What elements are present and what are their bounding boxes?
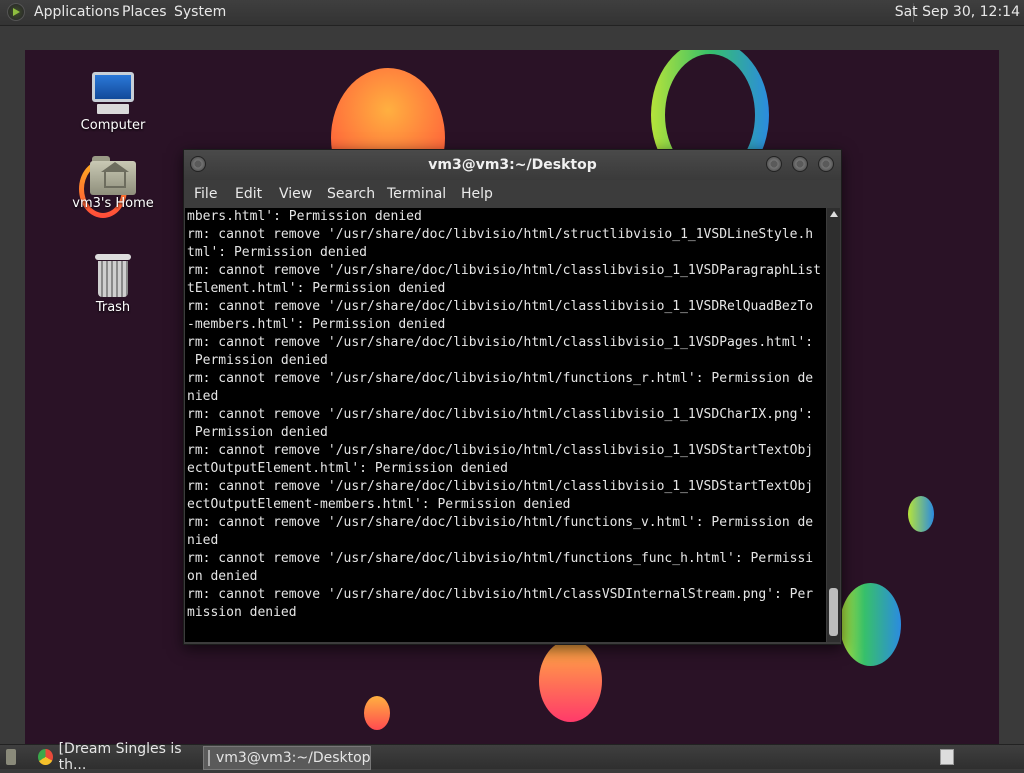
desktop-icon-label: Computer [80,118,146,133]
trash-icon [93,254,133,300]
distro-logo-icon[interactable] [7,3,25,21]
terminal-line: mission denied [187,605,297,620]
terminal-window[interactable]: vm3@vm3:~/Desktop File Edit View Search … [183,149,842,645]
terminal-line: on denied [187,569,258,584]
terminal-line: tElement.html': Permission denied [187,281,446,296]
menu-applications[interactable]: Applications [34,4,120,20]
clock[interactable]: Sat Sep 30, 12:14 [895,4,1020,20]
menu-system[interactable]: System [174,4,226,20]
menu-terminal[interactable]: Terminal [387,186,446,202]
bottom-taskbar: [Dream Singles is th... vm3@vm3:~/Deskto… [0,741,1024,773]
wallpaper-green-blob [840,583,901,666]
vertical-scrollbar[interactable] [827,208,840,642]
terminal-line: Permission denied [187,425,328,440]
terminal-line: rm: cannot remove '/usr/share/doc/libvis… [187,515,814,530]
terminal-line: ectOutputElement-members.html': Permissi… [187,497,571,512]
menu-file[interactable]: File [194,186,217,202]
desktop-icon-computer[interactable]: Computer [68,70,158,133]
terminal-line: rm: cannot remove '/usr/share/doc/libvis… [187,299,814,314]
wallpaper-small-orange-blob [364,696,390,730]
terminal-line: rm: cannot remove '/usr/share/doc/libvis… [187,407,814,422]
taskbar-item-label: vm3@vm3:~/Desktop [216,750,371,766]
terminal-line: rm: cannot remove '/usr/share/doc/libvis… [187,371,814,386]
close-button[interactable] [818,156,834,172]
wallpaper-small-green-blob [908,496,934,532]
terminal-line: ectOutputElement.html': Permission denie… [187,461,508,476]
terminal-line: Permission denied [187,353,328,368]
desktop-icon-label: vm3's Home [72,196,154,211]
menu-search[interactable]: Search [327,186,375,202]
menu-edit[interactable]: Edit [235,186,262,202]
menu-help[interactable]: Help [461,186,493,202]
terminal-line: rm: cannot remove '/usr/share/doc/libvis… [187,551,814,566]
terminal-line: nied [187,533,219,548]
window-titlebar[interactable]: vm3@vm3:~/Desktop [184,150,841,180]
wallpaper-pink-blob [539,640,602,722]
desktop-icon-trash[interactable]: Trash [68,254,158,315]
workspace-switcher[interactable] [940,746,956,768]
terminal-line: rm: cannot remove '/usr/share/doc/libvis… [187,227,814,242]
terminal-icon [208,750,210,766]
computer-icon [89,70,137,118]
top-panel: Applications Places System Sat Sep 30, 1… [0,0,1024,26]
terminal-line: rm: cannot remove '/usr/share/doc/libvis… [187,443,814,458]
terminal-menubar: File Edit View Search Terminal Help [184,181,841,207]
desktop-icon-label: Trash [95,300,131,315]
taskbar-item-label: [Dream Singles is th... [58,741,182,773]
window-title: vm3@vm3:~/Desktop [428,157,597,173]
show-desktop-icon [6,749,16,765]
taskbar-item-browser[interactable]: [Dream Singles is th... [34,741,200,773]
maximize-button[interactable] [792,156,808,172]
home-folder-icon [90,156,136,196]
taskbar-item-terminal[interactable]: vm3@vm3:~/Desktop [203,746,371,770]
desktop-icon-home[interactable]: vm3's Home [68,156,158,211]
terminal-line: tml': Permission denied [187,245,368,260]
terminal-line: rm: cannot remove '/usr/share/doc/libvis… [187,587,814,602]
terminal-line: -members.html': Permission denied [187,317,446,332]
terminal-line: nied [187,389,219,404]
workspace-icon [940,749,954,765]
terminal-line: rm: cannot remove '/usr/share/doc/libvis… [187,335,814,350]
show-desktop-button[interactable] [2,746,22,768]
scroll-up-arrow-icon[interactable] [830,211,838,217]
minimize-button[interactable] [766,156,782,172]
menu-view[interactable]: View [279,186,312,202]
terminal-line: rm: cannot remove '/usr/share/doc/libvis… [187,263,821,278]
menu-places[interactable]: Places [122,4,167,20]
terminal-output[interactable]: mbers.html': Permission denied rm: cannot… [185,208,826,642]
terminal-line: mbers.html': Permission denied [187,209,422,224]
terminal-line: rm: cannot remove '/usr/share/doc/libvis… [187,479,814,494]
chrome-icon [38,749,53,765]
scrollbar-thumb[interactable] [829,588,838,636]
